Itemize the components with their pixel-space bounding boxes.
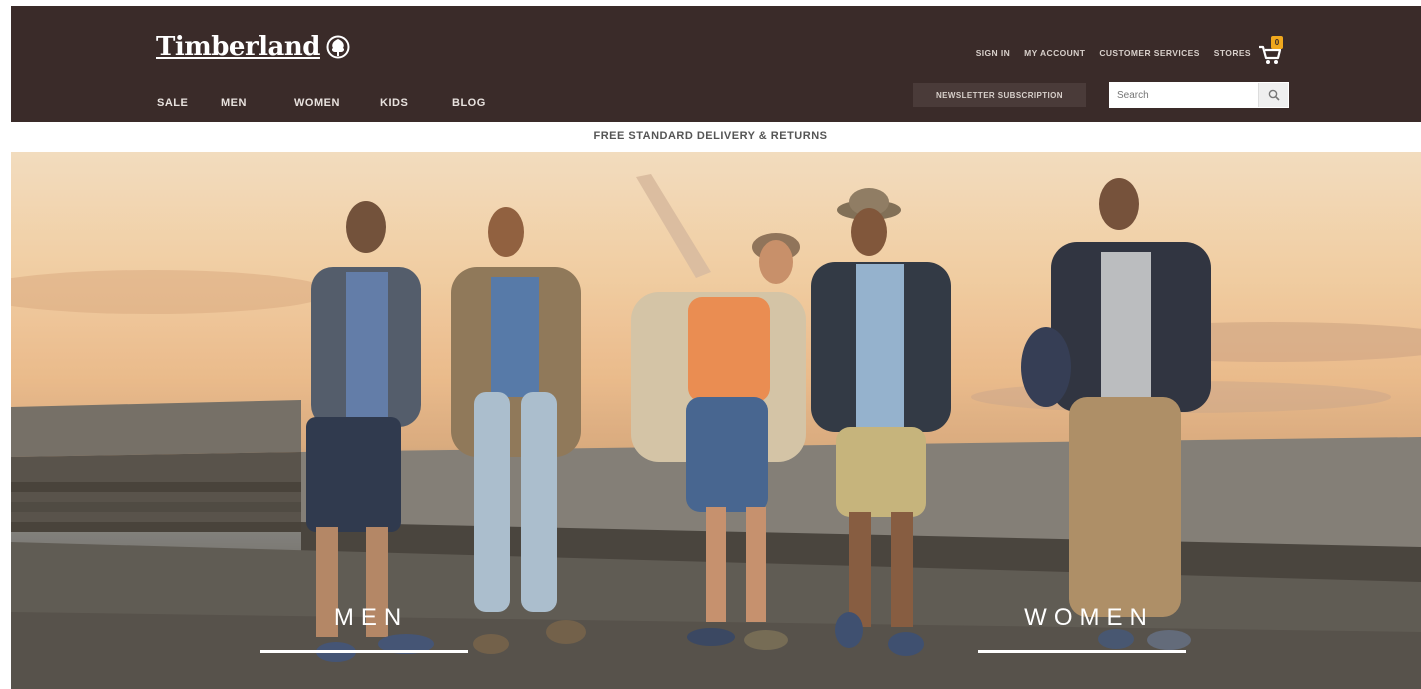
my-account-link[interactable]: MY ACCOUNT (1024, 48, 1085, 58)
shop-men-link[interactable]: MEN (291, 604, 451, 632)
search-input[interactable] (1109, 82, 1257, 108)
search-icon (1268, 89, 1280, 101)
search-button[interactable] (1258, 83, 1288, 107)
search-box (1109, 82, 1289, 108)
free-delivery-banner: FREE STANDARD DELIVERY & RETURNS (593, 130, 828, 142)
nav-item-blog[interactable]: BLOG (452, 97, 502, 109)
newsletter-subscription-button[interactable]: NEWSLETTER SUBSCRIPTION (913, 83, 1086, 107)
cart-count-badge: 0 (1271, 36, 1283, 49)
hero-banner: MEN WOMEN (11, 152, 1421, 689)
cart-button[interactable]: 0 (1258, 36, 1288, 64)
nav-item-kids[interactable]: KIDS (380, 97, 452, 109)
brand-name: Timberland (156, 32, 320, 62)
utility-nav: SIGN IN MY ACCOUNT CUSTOMER SERVICES STO… (976, 48, 1251, 58)
sign-in-link[interactable]: SIGN IN (976, 48, 1010, 58)
customer-services-link[interactable]: CUSTOMER SERVICES (1099, 48, 1199, 58)
nav-item-women[interactable]: WOMEN (294, 97, 380, 109)
women-underline (978, 650, 1186, 653)
stores-link[interactable]: STORES (1214, 48, 1251, 58)
main-nav: SALE MEN WOMEN KIDS BLOG (157, 97, 502, 109)
nav-item-sale[interactable]: SALE (157, 97, 221, 109)
hero-photo (11, 152, 1421, 689)
tree-icon (326, 35, 350, 59)
shop-women-link[interactable]: WOMEN (989, 604, 1189, 632)
site-header: Timberland SALE MEN WOMEN KIDS BLOG SIGN… (11, 6, 1421, 122)
nav-item-men[interactable]: MEN (221, 97, 294, 109)
brand-logo[interactable]: Timberland (156, 32, 350, 62)
men-underline (260, 650, 468, 653)
